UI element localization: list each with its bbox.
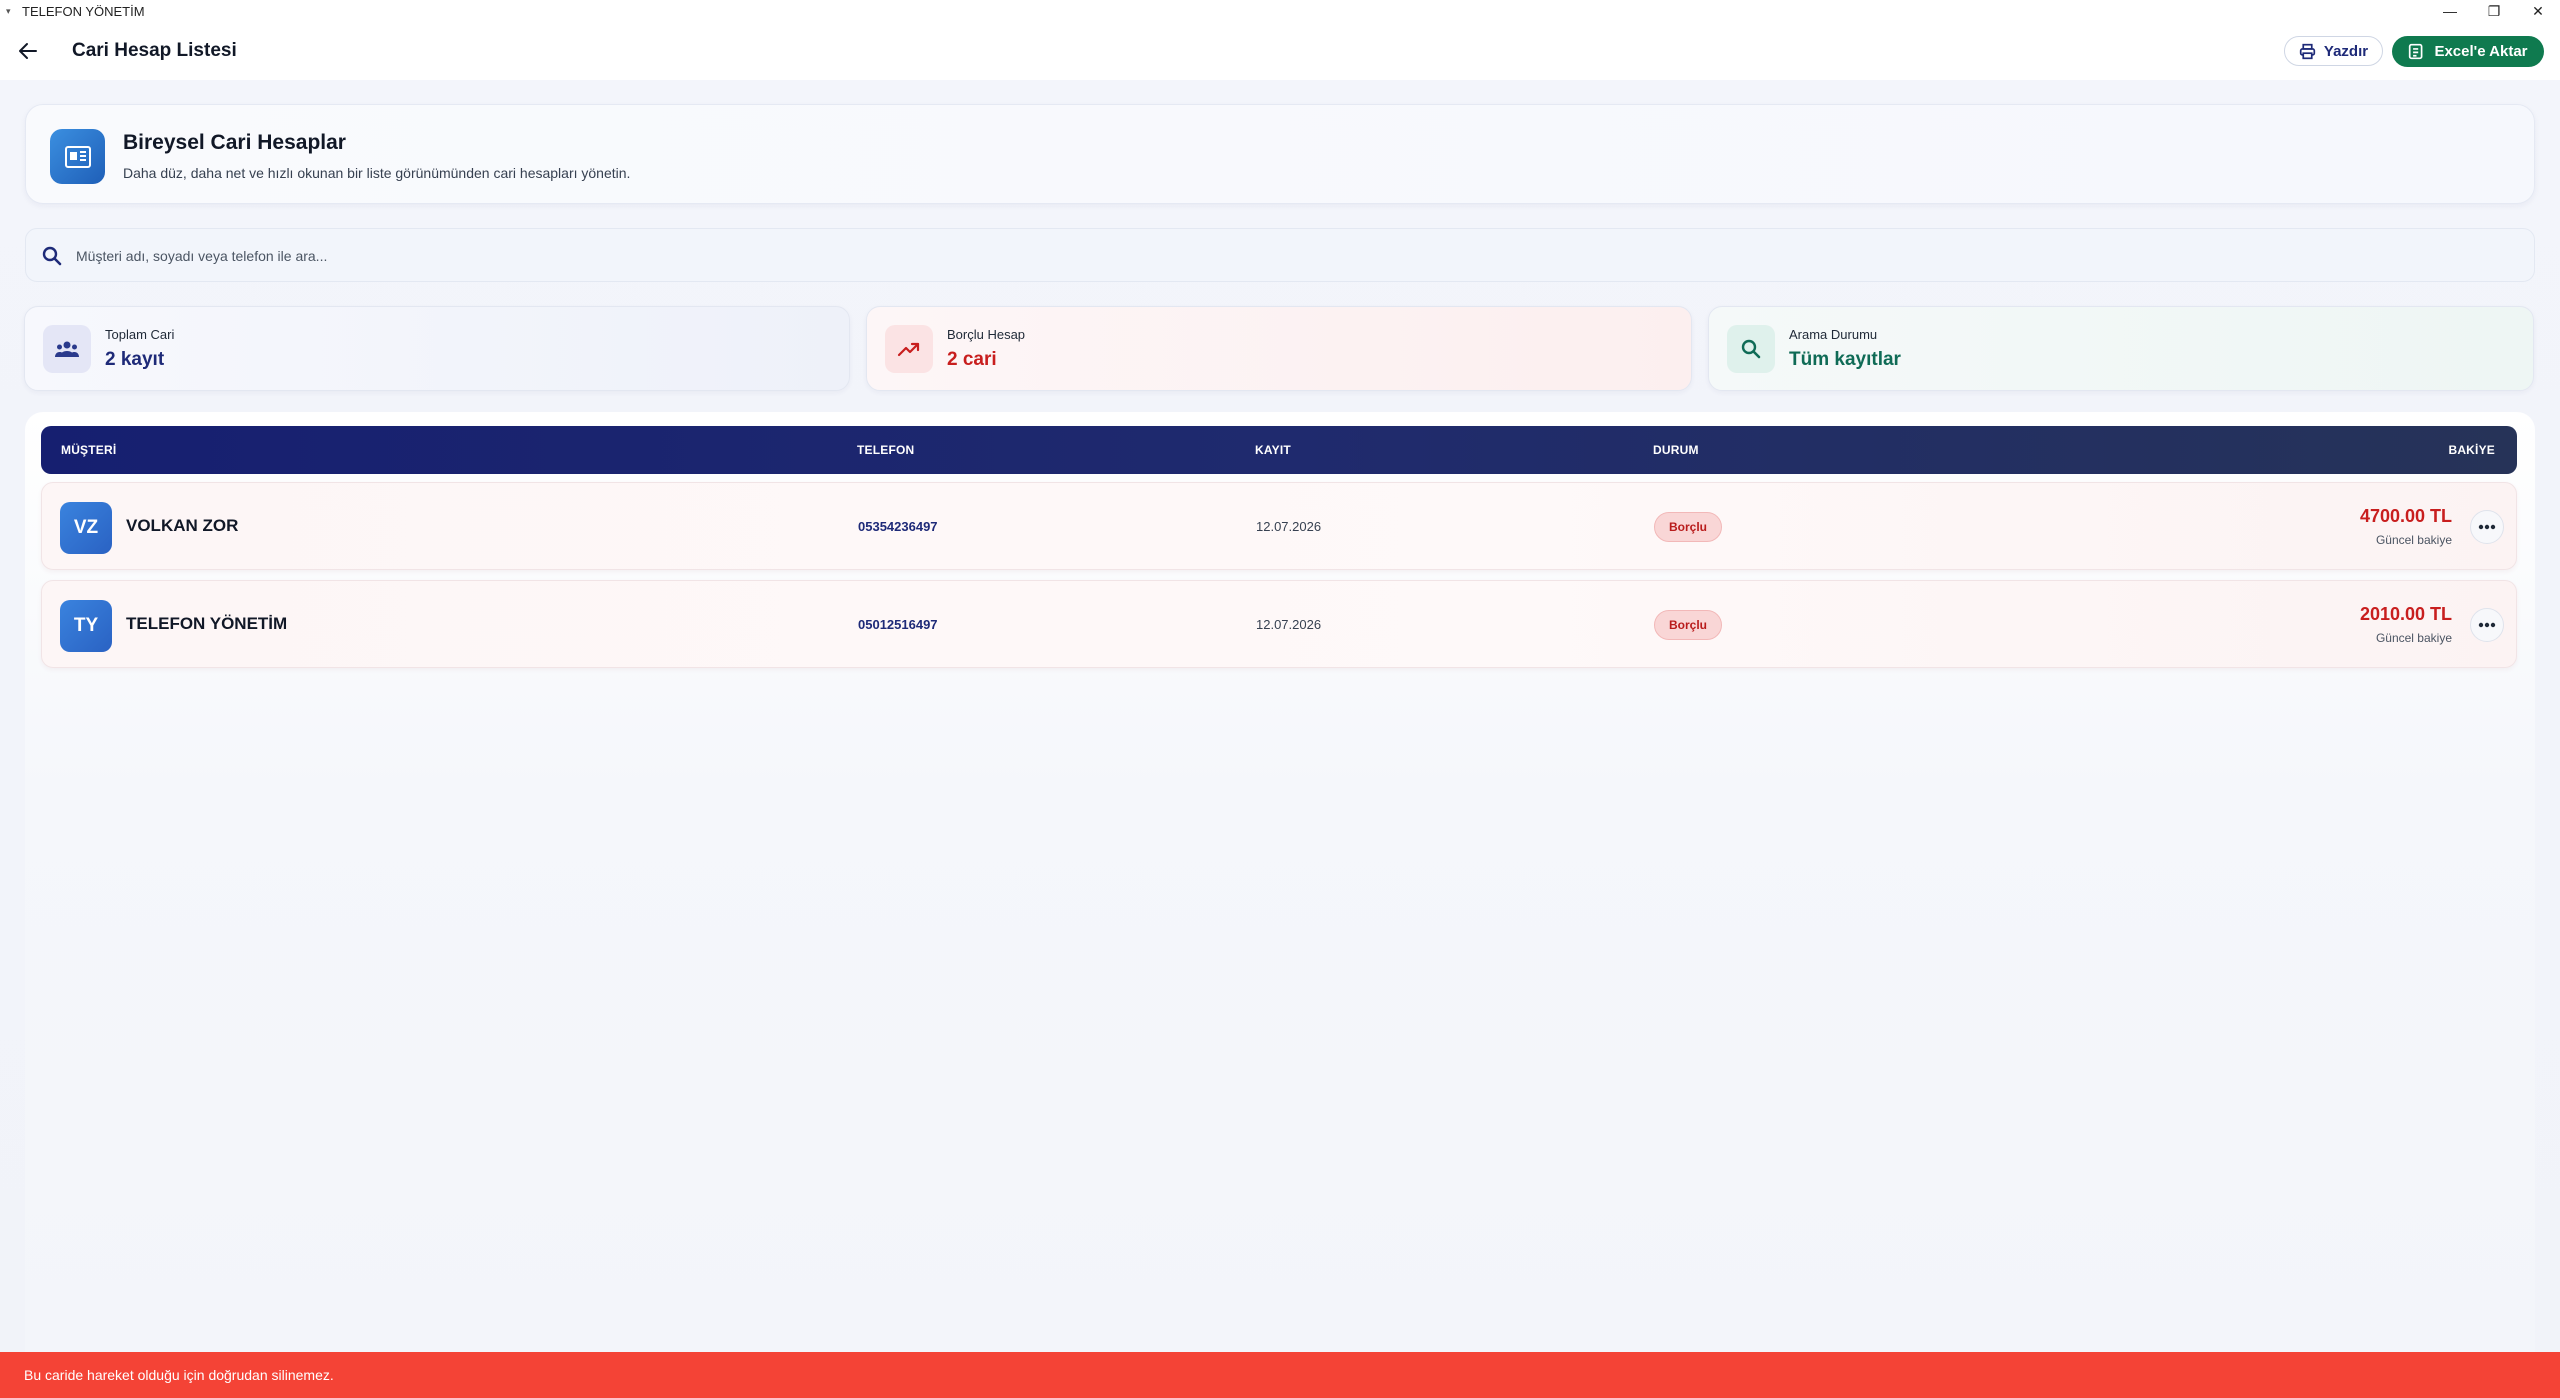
window-title: TELEFON YÖNETİM bbox=[22, 3, 145, 19]
table-header: MÜŞTERİ TELEFON KAYIT DURUM BAKİYE bbox=[41, 426, 2517, 474]
section-title: Bireysel Cari Hesaplar bbox=[123, 131, 346, 154]
people-icon bbox=[43, 325, 91, 373]
search-icon bbox=[42, 246, 62, 266]
registration-date: 12.07.2026 bbox=[1256, 519, 1322, 534]
table-row[interactable]: VZ VOLKAN ZOR 05354236497 12.07.2026 Bor… bbox=[41, 482, 2517, 570]
avatar: VZ bbox=[60, 502, 112, 554]
window-controls: — ❐ ✕ bbox=[2428, 0, 2560, 22]
status-badge: Borçlu bbox=[1654, 512, 1722, 542]
customer-name: VOLKAN ZOR bbox=[126, 516, 239, 535]
stat-label: Toplam Cari bbox=[105, 327, 175, 342]
customer-phone: 05012516497 bbox=[858, 617, 938, 632]
more-options-button[interactable] bbox=[2470, 510, 2504, 544]
balance-amount: 2010.00 TL bbox=[2359, 604, 2452, 624]
accounts-table: MÜŞTERİ TELEFON KAYIT DURUM BAKİYE VZ VO… bbox=[25, 412, 2535, 1352]
more-options-button[interactable] bbox=[2470, 608, 2504, 642]
more-horizontal-icon bbox=[2478, 524, 2496, 530]
main-content: Bireysel Cari Hesaplar Daha düz, daha ne… bbox=[0, 80, 2560, 1352]
stat-label: Borçlu Hesap bbox=[947, 327, 1026, 342]
balance-amount: 4700.00 TL bbox=[2359, 506, 2452, 526]
customer-phone: 05354236497 bbox=[858, 519, 938, 534]
restore-button[interactable]: ❐ bbox=[2472, 0, 2516, 22]
stat-value: 2 kayıt bbox=[105, 349, 165, 370]
search-bar bbox=[25, 228, 2535, 282]
customer-name: TELEFON YÖNETİM bbox=[126, 614, 288, 633]
search-input[interactable] bbox=[76, 237, 2476, 275]
back-button[interactable] bbox=[16, 39, 40, 63]
registration-date: 12.07.2026 bbox=[1256, 617, 1322, 632]
app-menu-icon[interactable]: ▾ bbox=[6, 6, 16, 17]
snackbar-message: Bu caride hareket olduğu için doğrudan s… bbox=[24, 1367, 334, 1383]
stat-value: Tüm kayıtlar bbox=[1789, 349, 1901, 370]
column-header-registered[interactable]: KAYIT bbox=[1255, 443, 1291, 457]
balance-caption: Güncel bakiye bbox=[2375, 533, 2452, 547]
close-button[interactable]: ✕ bbox=[2516, 0, 2560, 22]
window-titlebar: ▾ TELEFON YÖNETİM — ❐ ✕ bbox=[0, 0, 2560, 22]
print-button[interactable]: Yazdır bbox=[2284, 36, 2383, 66]
column-header-phone[interactable]: TELEFON bbox=[857, 443, 914, 457]
stat-card-total: Toplam Cari 2 kayıt bbox=[24, 306, 850, 391]
excel-export-button[interactable]: Excel'e Aktar bbox=[2392, 36, 2544, 67]
table-row[interactable]: TY TELEFON YÖNETİM 05012516497 12.07.202… bbox=[41, 580, 2517, 668]
avatar: TY bbox=[60, 600, 112, 652]
printer-icon bbox=[2299, 43, 2316, 59]
app-bar: Cari Hesap Listesi Yazdır Excel'e Aktar bbox=[0, 22, 2560, 80]
more-horizontal-icon bbox=[2478, 622, 2496, 628]
stat-card-debtor: Borçlu Hesap 2 cari bbox=[866, 306, 1692, 391]
print-button-label: Yazdır bbox=[2323, 42, 2369, 60]
header-card: Bireysel Cari Hesaplar Daha düz, daha ne… bbox=[25, 104, 2535, 204]
arrow-left-icon bbox=[19, 43, 37, 59]
stat-label: Arama Durumu bbox=[1789, 327, 1878, 342]
trending-up-icon bbox=[885, 325, 933, 373]
column-header-balance[interactable]: BAKİYE bbox=[2448, 443, 2495, 457]
spreadsheet-icon bbox=[2409, 43, 2423, 60]
balance-caption: Güncel bakiye bbox=[2375, 631, 2452, 645]
status-badge: Borçlu bbox=[1654, 610, 1722, 640]
contact-card-icon bbox=[50, 129, 105, 184]
error-snackbar: Bu caride hareket olduğu için doğrudan s… bbox=[0, 1352, 2560, 1398]
section-subtitle: Daha düz, daha net ve hızlı okunan bir l… bbox=[123, 165, 631, 181]
search-icon bbox=[1727, 325, 1775, 373]
column-header-status[interactable]: DURUM bbox=[1653, 443, 1699, 457]
page-title: Cari Hesap Listesi bbox=[72, 40, 237, 61]
excel-export-label: Excel'e Aktar bbox=[2434, 43, 2528, 60]
minimize-button[interactable]: — bbox=[2428, 0, 2472, 22]
stat-value: 2 cari bbox=[947, 349, 997, 370]
column-header-customer[interactable]: MÜŞTERİ bbox=[61, 443, 116, 457]
stat-card-search-status: Arama Durumu Tüm kayıtlar bbox=[1708, 306, 2534, 391]
